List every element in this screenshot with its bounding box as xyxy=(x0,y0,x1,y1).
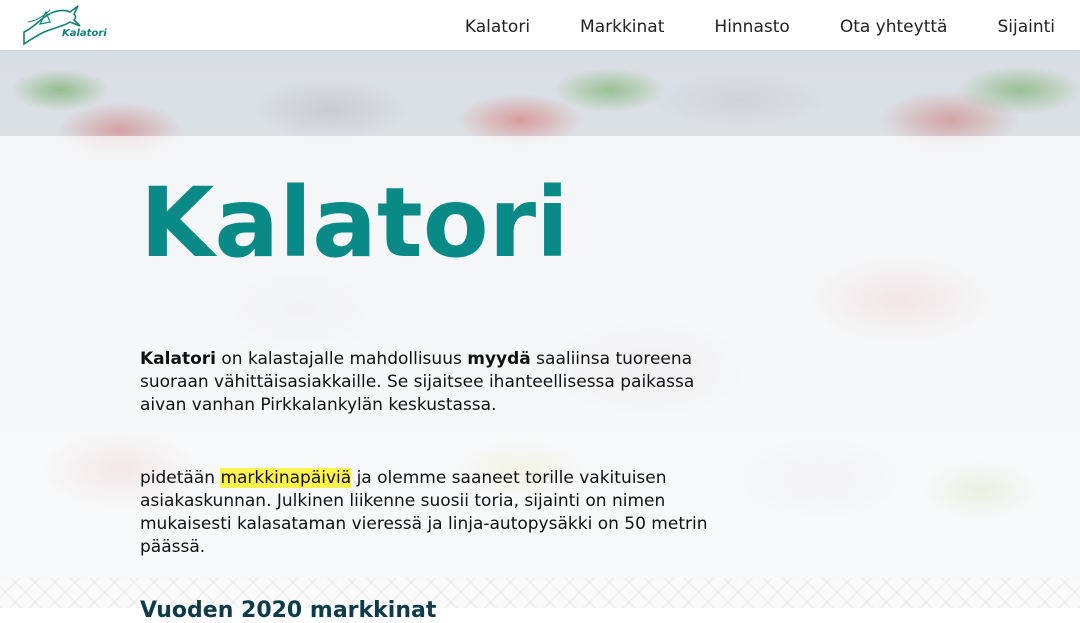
intro-paragraph: Kalatori on kalastajalle mahdollisuus my… xyxy=(140,348,720,417)
hero-section: Kalatori Kalatori on kalastajalle mahdol… xyxy=(0,50,1080,578)
page-title: Kalatori xyxy=(140,167,569,279)
marlin-logo-icon xyxy=(23,5,81,46)
intro-text-1: on kalastajalle mahdollisuus xyxy=(215,349,468,369)
main-nav: Kalatori Markkinat Hinnasto Ota yhteyttä… xyxy=(465,16,1055,38)
markets-section: Vuoden 2020 markkinat xyxy=(0,578,1080,623)
market-paragraph: pidetään markkinapäiviä ja olemme saanee… xyxy=(140,467,720,559)
markets-heading: Vuoden 2020 markkinat xyxy=(140,598,437,623)
nav-link-sijainti[interactable]: Sijainti xyxy=(997,16,1055,38)
market-text-1: pidetään xyxy=(140,468,221,488)
nav-link-hinnasto[interactable]: Hinnasto xyxy=(714,16,789,38)
nav-link-ota-yhteytta[interactable]: Ota yhteyttä xyxy=(840,16,948,38)
logo-text: Kalatori xyxy=(62,28,107,39)
nav-link-kalatori[interactable]: Kalatori xyxy=(465,16,530,38)
nav-link-markkinat[interactable]: Markkinat xyxy=(580,16,664,38)
logo[interactable]: Kalatori xyxy=(20,2,107,46)
market-days-highlight: markkinapäiviä xyxy=(220,468,352,488)
intro-bold-sell: myydä xyxy=(467,349,531,369)
site-header: Kalatori Kalatori Markkinat Hinnasto Ota… xyxy=(0,0,1080,50)
intro-bold-name: Kalatori xyxy=(140,349,216,369)
